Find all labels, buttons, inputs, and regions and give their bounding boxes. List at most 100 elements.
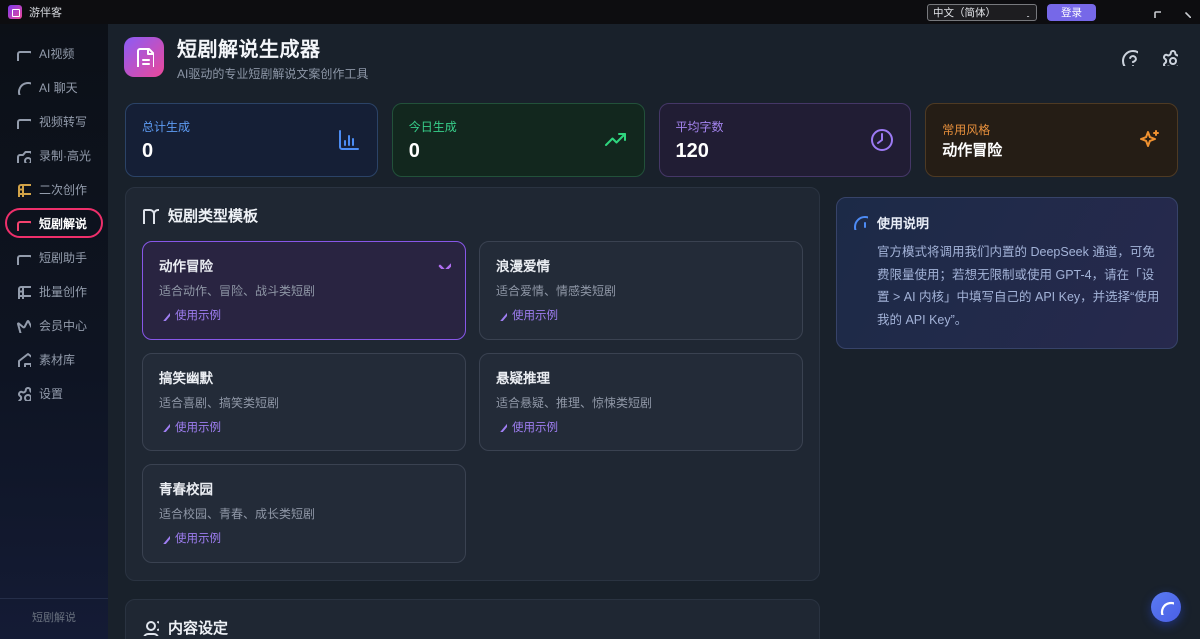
sidebar-item-label: AI 聊天 bbox=[39, 79, 78, 96]
use-example-link[interactable]: 使用示例 bbox=[159, 307, 221, 323]
stat-label: 今日生成 bbox=[409, 118, 457, 135]
usage-note-panel: 使用说明 官方模式将调用我们内置的 DeepSeek 通道，可免费限量使用；若想… bbox=[836, 197, 1178, 349]
film-icon bbox=[16, 284, 31, 299]
gear-icon[interactable] bbox=[1161, 49, 1178, 66]
app-logo-icon bbox=[8, 5, 22, 19]
maximize-icon bbox=[1150, 7, 1161, 18]
use-example-link[interactable]: 使用示例 bbox=[159, 419, 221, 435]
stat-value: 动作冒险 bbox=[942, 143, 1002, 160]
usage-note-title: 使用说明 bbox=[877, 213, 929, 232]
stat-value: 0 bbox=[142, 140, 190, 162]
stat-value: 0 bbox=[409, 140, 457, 162]
page-subtitle: AI驱动的专业短剧解说文案创作工具 bbox=[177, 65, 368, 82]
template-card-comedy[interactable]: 搞笑幽默 适合喜剧、搞笑类短剧 使用示例 bbox=[142, 353, 466, 452]
sidebar-item-settings[interactable]: 设置 bbox=[5, 378, 103, 408]
login-button[interactable]: 登录 bbox=[1047, 4, 1096, 21]
sidebar-item-label: 短剧助手 bbox=[39, 249, 87, 266]
info-icon bbox=[853, 215, 868, 230]
maximize-button[interactable] bbox=[1140, 0, 1170, 24]
book-open-icon bbox=[142, 207, 159, 224]
language-select[interactable]: 中文（简体） bbox=[927, 4, 1037, 21]
sidebar-footer-label: 短剧解说 bbox=[0, 598, 108, 639]
chat-bubble-icon bbox=[1159, 600, 1174, 615]
language-select-value: 中文（简体） bbox=[933, 5, 996, 20]
close-button[interactable] bbox=[1170, 0, 1200, 24]
sidebar-item-label: 短剧解说 bbox=[39, 215, 87, 232]
use-example-label: 使用示例 bbox=[175, 530, 221, 546]
stat-label: 常用风格 bbox=[942, 121, 1002, 138]
help-icon[interactable] bbox=[1121, 49, 1138, 66]
content-settings-title: 内容设定 bbox=[168, 617, 228, 638]
template-title: 悬疑推理 bbox=[496, 367, 786, 387]
minimize-button[interactable] bbox=[1110, 0, 1140, 24]
template-section: 短剧类型模板 动作冒险 适合动作、冒险、战斗类短剧 使用示例 bbox=[125, 187, 820, 581]
stat-value: 120 bbox=[676, 140, 724, 162]
close-icon bbox=[1180, 7, 1191, 18]
camera-icon bbox=[16, 148, 31, 163]
template-card-romance[interactable]: 浪漫爱情 适合爱情、情感类短剧 使用示例 bbox=[479, 241, 803, 340]
sidebar-item-batch-creation[interactable]: 批量创作 bbox=[5, 276, 103, 306]
use-example-label: 使用示例 bbox=[512, 419, 558, 435]
sidebar-item-ai-chat[interactable]: AI 聊天 bbox=[5, 72, 103, 102]
sidebar-item-drama-assistant[interactable]: 短剧助手 bbox=[5, 242, 103, 272]
users-icon bbox=[142, 619, 159, 636]
template-desc: 适合校园、青春、成长类短剧 bbox=[159, 505, 449, 522]
stat-label: 平均字数 bbox=[676, 118, 724, 135]
template-card-youth-campus[interactable]: 青春校园 适合校园、青春、成长类短剧 使用示例 bbox=[142, 464, 466, 563]
bar-chart-icon bbox=[337, 128, 361, 152]
sidebar-item-label: 录制·高光 bbox=[39, 147, 91, 164]
content-settings-section: 内容设定 主题 / 剧情概述 * bbox=[125, 599, 820, 639]
use-example-link[interactable]: 使用示例 bbox=[496, 419, 558, 435]
gear-icon bbox=[16, 386, 31, 401]
stat-label: 总计生成 bbox=[142, 118, 190, 135]
sidebar-item-label: 视频转写 bbox=[39, 113, 87, 130]
stats-row: 总计生成 0 今日生成 0 平均字数 120 bbox=[125, 103, 1178, 177]
sidebar-item-label: 二次创作 bbox=[39, 181, 87, 198]
page-icon bbox=[124, 37, 164, 77]
file-text-icon bbox=[134, 47, 154, 67]
zap-icon bbox=[159, 310, 170, 321]
page-header: 短剧解说生成器 AI驱动的专业短剧解说文案创作工具 bbox=[108, 24, 1200, 90]
use-example-link[interactable]: 使用示例 bbox=[159, 530, 221, 546]
sidebar-item-video-transcribe[interactable]: 视频转写 bbox=[5, 106, 103, 136]
stat-card-total-generated: 总计生成 0 bbox=[125, 103, 378, 177]
template-card-mystery[interactable]: 悬疑推理 适合悬疑、推理、惊悚类短剧 使用示例 bbox=[479, 353, 803, 452]
sidebar-item-record-highlight[interactable]: 录制·高光 bbox=[5, 140, 103, 170]
sidebar-item-secondary-creation[interactable]: 二次创作 bbox=[5, 174, 103, 204]
sidebar-item-membership[interactable]: 会员中心 bbox=[5, 310, 103, 340]
check-icon bbox=[436, 254, 451, 269]
template-desc: 适合动作、冒险、战斗类短剧 bbox=[159, 282, 449, 299]
sparkles-icon bbox=[1137, 128, 1161, 152]
zap-icon bbox=[496, 421, 507, 432]
template-desc: 适合爱情、情感类短剧 bbox=[496, 282, 786, 299]
sidebar-item-ai-video[interactable]: AI视频 bbox=[5, 38, 103, 68]
sidebar-item-label: 批量创作 bbox=[39, 283, 87, 300]
chat-icon bbox=[16, 80, 31, 95]
template-title: 青春校园 bbox=[159, 478, 449, 498]
template-desc: 适合喜剧、搞笑类短剧 bbox=[159, 394, 449, 411]
home-icon bbox=[16, 352, 31, 367]
sidebar-item-material-library[interactable]: 素材库 bbox=[5, 344, 103, 374]
main-area: 短剧解说生成器 AI驱动的专业短剧解说文案创作工具 总计生成 0 bbox=[108, 24, 1200, 639]
use-example-label: 使用示例 bbox=[175, 307, 221, 323]
stat-card-today-generated: 今日生成 0 bbox=[392, 103, 645, 177]
stat-card-common-style: 常用风格 动作冒险 bbox=[925, 103, 1178, 177]
usage-note-body: 官方模式将调用我们内置的 DeepSeek 通道，可免费限量使用；若想无限制或使… bbox=[853, 241, 1161, 331]
template-card-action-adventure[interactable]: 动作冒险 适合动作、冒险、战斗类短剧 使用示例 bbox=[142, 241, 466, 340]
sidebar-item-label: 会员中心 bbox=[39, 317, 87, 334]
chat-fab-button[interactable] bbox=[1151, 592, 1181, 622]
zap-icon bbox=[496, 310, 507, 321]
titlebar: 游伴客 中文（简体） 登录 bbox=[0, 0, 1200, 24]
use-example-label: 使用示例 bbox=[175, 419, 221, 435]
sidebar-item-label: AI视频 bbox=[39, 45, 74, 62]
sidebar-item-drama-commentary[interactable]: 短剧解说 bbox=[5, 208, 103, 238]
use-example-link[interactable]: 使用示例 bbox=[496, 307, 558, 323]
minimize-icon bbox=[1120, 7, 1131, 18]
template-title: 动作冒险 bbox=[159, 255, 449, 275]
video-icon bbox=[16, 250, 31, 265]
film-icon bbox=[16, 182, 31, 197]
video-icon bbox=[16, 46, 31, 61]
trending-up-icon bbox=[604, 128, 628, 152]
sidebar-item-label: 设置 bbox=[39, 385, 63, 402]
crown-icon bbox=[16, 318, 31, 333]
